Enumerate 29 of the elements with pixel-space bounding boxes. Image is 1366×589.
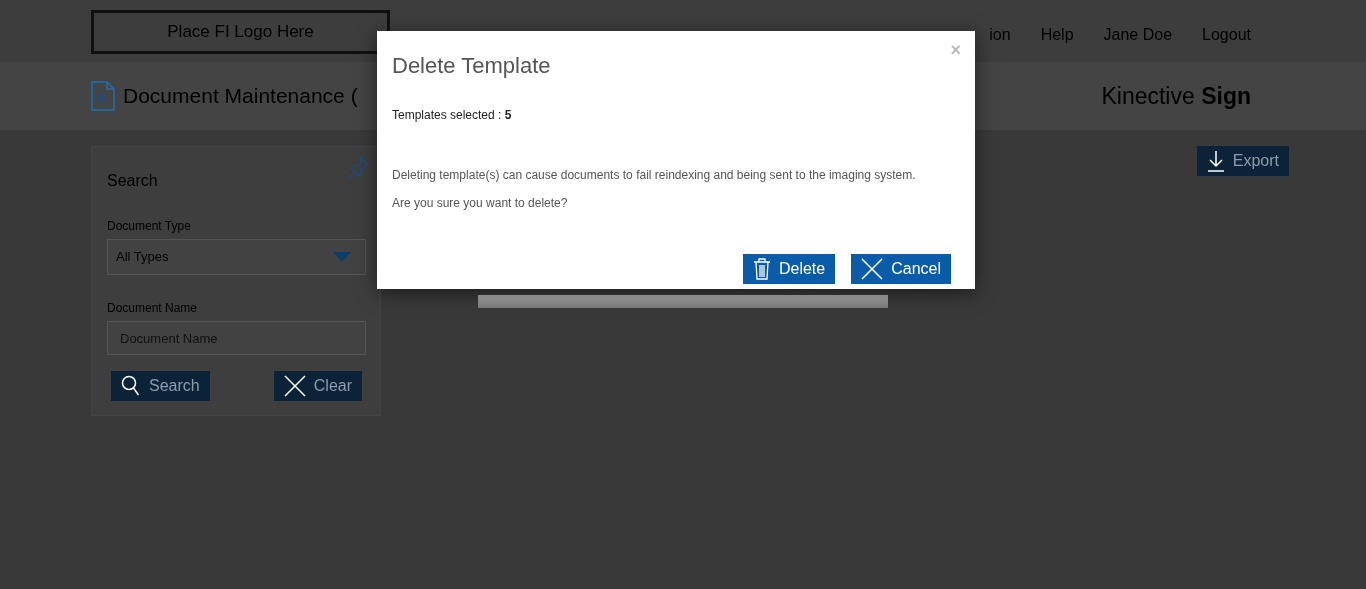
search-icon (121, 375, 141, 397)
close-button[interactable]: × (950, 41, 961, 59)
nav-link[interactable]: Jane Doe (1103, 23, 1173, 47)
product-name: Kinective Sign (1101, 81, 1251, 111)
selection-count: Templates selected : 5 (392, 107, 513, 124)
delete-button[interactable]: Delete (742, 254, 836, 284)
logo-text: Place FI Logo Here (167, 21, 314, 44)
page-title: Document Maintenance ( (123, 83, 358, 110)
dialog-title: Delete Template (392, 52, 552, 80)
search-button[interactable]: Search (111, 371, 210, 401)
cancel-button[interactable]: Cancel (851, 254, 951, 284)
document-icon (91, 81, 115, 111)
close-icon (861, 258, 884, 280)
export-button[interactable]: Export (1196, 146, 1289, 176)
trash-icon (752, 258, 771, 280)
download-icon (1206, 150, 1225, 172)
field-label: Document Type (107, 218, 192, 235)
nav-link[interactable]: ion (989, 23, 1011, 47)
warning-text: Deleting template(s) can cause documents to fail reindexing and being sent to the imaging system. (392, 167, 917, 184)
nav-link[interactable]: Help (1040, 23, 1074, 47)
warning-text: Are you sure you want to delete? (392, 195, 569, 212)
panel-title: Search (107, 171, 158, 191)
field-label: Document Name (107, 300, 199, 317)
clear-button[interactable]: Clear (273, 371, 362, 401)
caret-icon (333, 252, 351, 262)
close-icon (283, 375, 306, 397)
dropdown[interactable]: All Types (107, 239, 366, 275)
nav-link[interactable]: Logout (1202, 23, 1251, 47)
pin-icon[interactable] (346, 155, 370, 179)
